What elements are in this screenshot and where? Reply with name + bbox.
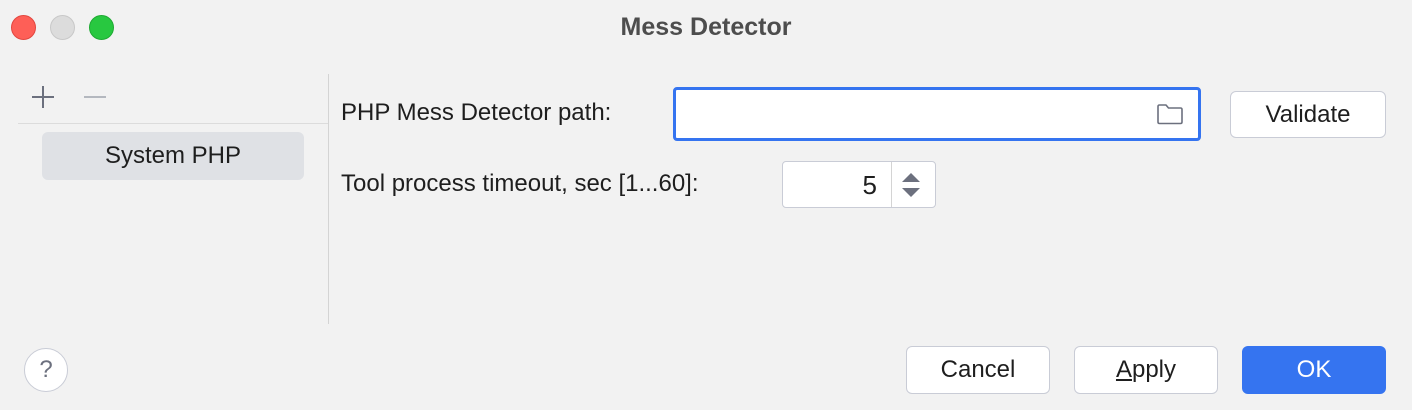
- help-button[interactable]: ?: [24, 348, 68, 392]
- window-title: Mess Detector: [620, 13, 792, 41]
- validate-button[interactable]: Validate: [1230, 91, 1386, 138]
- minus-icon: [84, 96, 106, 98]
- plus-icon: [32, 86, 54, 108]
- list-item-system-php[interactable]: System PHP: [42, 132, 304, 180]
- timeout-value[interactable]: 5: [863, 170, 877, 201]
- timeout-spinner[interactable]: 5: [782, 161, 936, 208]
- path-input[interactable]: [686, 98, 1140, 130]
- apply-label-rest: pply: [1131, 356, 1177, 383]
- path-label: PHP Mess Detector path:: [341, 99, 612, 126]
- spinner-divider: [891, 162, 892, 207]
- apply-mnemonic: A: [1115, 356, 1132, 383]
- toolbar-separator: [18, 123, 329, 124]
- interpreter-list-panel: System PHP: [0, 74, 329, 324]
- path-field[interactable]: [673, 87, 1201, 141]
- add-interpreter-button[interactable]: [28, 82, 58, 112]
- cancel-button[interactable]: Cancel: [906, 346, 1050, 394]
- remove-interpreter-button[interactable]: [80, 82, 110, 112]
- panel-divider: [328, 74, 329, 324]
- folder-icon[interactable]: [1156, 102, 1184, 126]
- ok-button[interactable]: OK: [1242, 346, 1386, 394]
- spinner-arrows-icon[interactable]: [899, 170, 923, 200]
- title-bar: Mess Detector: [0, 0, 1412, 56]
- dialog-window: Mess Detector System PHP PHP Mess Detect…: [0, 0, 1412, 410]
- apply-button[interactable]: Apply: [1074, 346, 1218, 394]
- timeout-label: Tool process timeout, sec [1...60]:: [341, 170, 699, 197]
